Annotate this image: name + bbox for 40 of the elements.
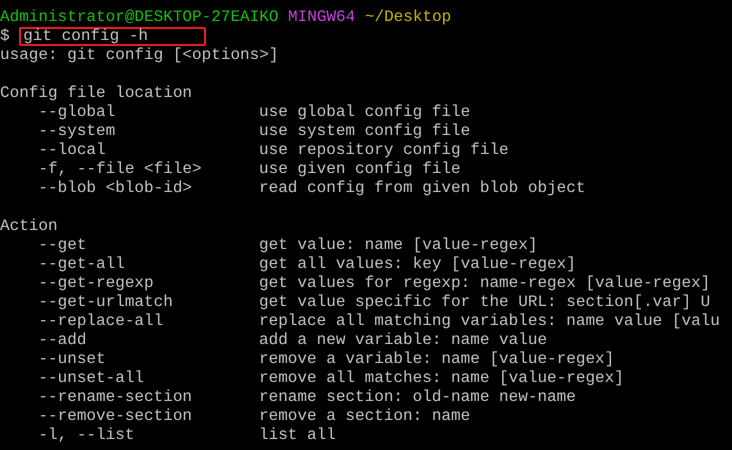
prompt-symbol: $ (0, 27, 10, 46)
option-description: replace all matching variables: name value [valu (259, 312, 720, 331)
usage-text: usage: git config [<options>] (0, 46, 280, 65)
option-description: rename section: old-name new-name (259, 388, 576, 407)
option-name-text: --get-all (38, 255, 125, 273)
command-text: git config -h (19, 27, 206, 46)
option-description: get value specific for the URL: section[.var] U (259, 293, 710, 312)
option-name-text: -f, --file <file> (38, 160, 202, 178)
prompt-shell: MINGW64 (288, 8, 356, 27)
option-name-text: --system (38, 122, 116, 140)
option-description: use repository config file (259, 141, 509, 160)
option-description: get all values: key [value-regex] (259, 255, 576, 274)
option-description: read config from given blob object (259, 179, 586, 198)
option-name-text: --remove-section (38, 407, 192, 425)
option-name-text: --blob <blob-id> (38, 179, 192, 197)
option-description: remove a variable: name [value-regex] (259, 350, 614, 369)
option-name-text: --rename-section (38, 388, 192, 406)
option-description: get value: name [value-regex] (259, 236, 538, 255)
option-description: use global config file (259, 103, 470, 122)
option-description: get values for regexp: name-regex [value-regex] (259, 274, 710, 293)
option-description: list all (259, 426, 336, 445)
option-name-text: --get-urlmatch (38, 293, 173, 311)
option-name-text: --unset (38, 350, 106, 368)
option-name-text: --unset-all (38, 369, 144, 387)
option-description: remove a section: name (259, 407, 470, 426)
option-description: add a new variable: name value (259, 331, 548, 350)
section-title: Action (0, 217, 59, 236)
option-name-text: --get (38, 236, 86, 254)
option-description: remove all matches: name [value-regex] (259, 369, 624, 388)
option-name-text: --add (38, 331, 86, 349)
option-name-text: -l, --list (38, 426, 134, 444)
option-description: use system config file (259, 122, 470, 141)
option-name-text: --global (38, 103, 116, 121)
prompt-user-host: Administrator@DESKTOP-27EAIKO (0, 8, 278, 27)
option-name-text: --replace-all (38, 312, 164, 330)
option-name-text: --get-regexp (38, 274, 154, 292)
option-name-text: --local (38, 141, 106, 159)
option-description: use given config file (259, 160, 461, 179)
prompt-path: ~/Desktop (364, 8, 452, 27)
section-title: Config file location (0, 84, 194, 103)
